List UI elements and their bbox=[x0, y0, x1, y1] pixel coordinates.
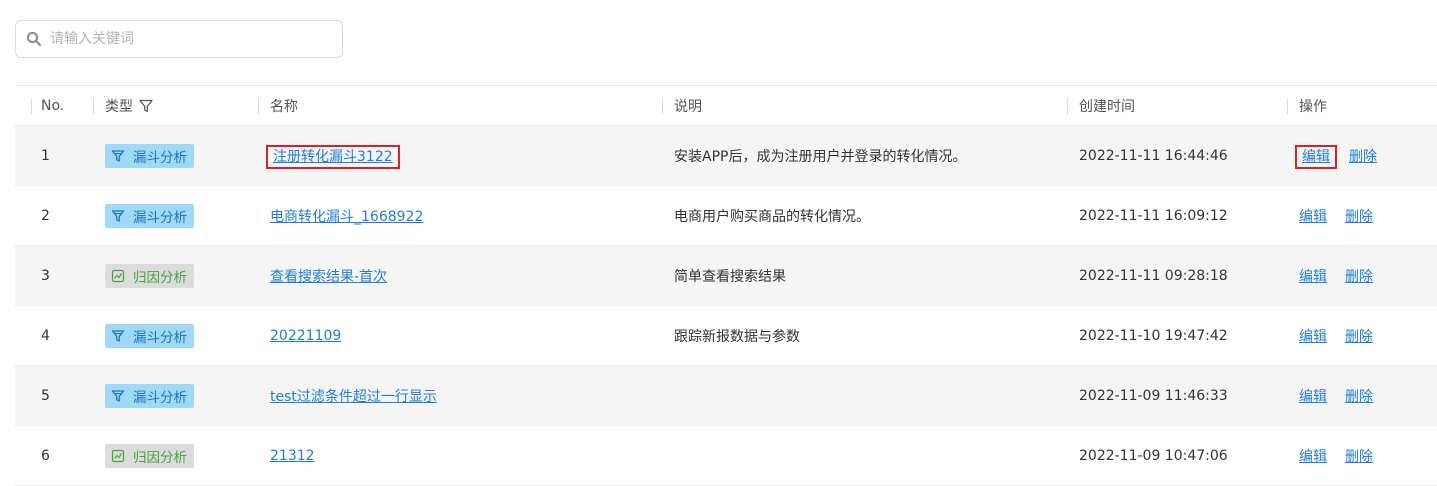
row-name-cell: 20221109 bbox=[258, 306, 662, 366]
delete-link[interactable]: 删除 bbox=[1345, 269, 1373, 285]
row-desc bbox=[662, 366, 1067, 426]
edit-link[interactable]: 编辑 bbox=[1299, 209, 1327, 225]
row-type-cell: 漏斗分析 bbox=[93, 366, 258, 426]
type-tag-label: 漏斗分析 bbox=[133, 209, 187, 226]
row-number: 2 bbox=[41, 207, 50, 224]
row-created-time: 2022-11-11 16:09:12 bbox=[1079, 207, 1228, 224]
table-row: 5 漏斗分析 test过滤条件超过一行显示 2022-11-09 11:46:33 编辑… bbox=[15, 365, 1437, 426]
row-number: 6 bbox=[41, 447, 50, 464]
type-tag: 漏斗分析 bbox=[105, 383, 194, 408]
type-tag-label: 漏斗分析 bbox=[133, 149, 187, 166]
row-number: 4 bbox=[41, 327, 50, 344]
row-desc bbox=[662, 426, 1067, 486]
table-header: No. 类型 名称 说明 创建时间 操作 bbox=[15, 85, 1437, 126]
edit-link[interactable]: 编辑 bbox=[1299, 329, 1327, 345]
delete-link[interactable]: 删除 bbox=[1349, 149, 1377, 165]
row-desc: 电商用户购买商品的转化情况。 bbox=[674, 208, 870, 225]
edit-link[interactable]: 编辑 bbox=[1295, 144, 1337, 169]
type-tag: 归因分析 bbox=[105, 263, 194, 288]
type-tag-label: 归因分析 bbox=[133, 269, 187, 286]
row-type-cell: 漏斗分析 bbox=[93, 306, 258, 366]
row-number: 1 bbox=[41, 147, 50, 164]
type-tag-label: 归因分析 bbox=[133, 449, 187, 466]
row-type-cell: 漏斗分析 bbox=[93, 126, 258, 186]
type-tag-label: 漏斗分析 bbox=[133, 389, 187, 406]
edit-link[interactable]: 编辑 bbox=[1299, 449, 1327, 465]
row-number: 5 bbox=[41, 387, 50, 404]
attribution-icon bbox=[111, 269, 125, 283]
analysis-name-link[interactable]: 20221109 bbox=[270, 328, 341, 344]
edit-link[interactable]: 编辑 bbox=[1299, 389, 1327, 405]
funnel-icon bbox=[111, 209, 125, 223]
row-created-time: 2022-11-11 16:44:46 bbox=[1079, 147, 1228, 164]
header-created: 创建时间 bbox=[1067, 85, 1287, 126]
header-type-label: 类型 bbox=[105, 98, 133, 115]
type-tag: 漏斗分析 bbox=[105, 323, 194, 348]
delete-link[interactable]: 删除 bbox=[1345, 389, 1373, 405]
row-name-cell: 注册转化漏斗3122 bbox=[258, 126, 662, 186]
type-tag: 漏斗分析 bbox=[105, 143, 194, 168]
search-icon bbox=[26, 31, 42, 47]
row-desc: 简单查看搜索结果 bbox=[674, 268, 786, 285]
analysis-name-link[interactable]: 查看搜索结果-首次 bbox=[270, 269, 387, 285]
type-tag: 归因分析 bbox=[105, 443, 194, 468]
header-type: 类型 bbox=[93, 85, 258, 126]
funnel-icon bbox=[111, 149, 125, 163]
analysis-name-link[interactable]: 电商转化漏斗_1668922 bbox=[270, 209, 423, 225]
table-row: 2 漏斗分析 电商转化漏斗_1668922 电商用户购买商品的转化情况。 2022-11… bbox=[15, 186, 1437, 246]
row-name-cell: test过滤条件超过一行显示 bbox=[258, 366, 662, 426]
row-ops-cell: 编辑 删除 bbox=[1287, 366, 1437, 426]
delete-link[interactable]: 删除 bbox=[1345, 449, 1373, 465]
delete-link[interactable]: 删除 bbox=[1345, 209, 1373, 225]
row-type-cell: 归因分析 bbox=[93, 246, 258, 306]
row-number: 3 bbox=[41, 267, 50, 284]
analysis-name-link[interactable]: 21312 bbox=[270, 448, 315, 464]
row-desc: 跟踪新报数据与参数 bbox=[674, 328, 800, 345]
type-tag-label: 漏斗分析 bbox=[133, 329, 187, 346]
header-desc: 说明 bbox=[662, 85, 1067, 126]
row-created-time: 2022-11-10 19:47:42 bbox=[1079, 327, 1228, 344]
table-row: 3 归因分析 查看搜索结果-首次 简单查看搜索结果 2022-11-11 09:28:1… bbox=[15, 245, 1437, 306]
type-tag: 漏斗分析 bbox=[105, 203, 194, 228]
row-ops-cell: 编辑 删除 bbox=[1287, 246, 1437, 306]
row-created-time: 2022-11-09 10:47:06 bbox=[1079, 447, 1228, 464]
header-name: 名称 bbox=[258, 85, 662, 126]
edit-link[interactable]: 编辑 bbox=[1299, 269, 1327, 285]
row-ops-cell: 编辑 删除 bbox=[1287, 306, 1437, 366]
funnel-icon bbox=[111, 389, 125, 403]
table-row: 6 归因分析 21312 2022-11-09 10:47:06 编辑 删除 bbox=[15, 426, 1437, 486]
funnel-icon bbox=[111, 329, 125, 343]
row-type-cell: 归因分析 bbox=[93, 426, 258, 486]
row-type-cell: 漏斗分析 bbox=[93, 186, 258, 246]
analysis-table: No. 类型 名称 说明 创建时间 操作 1 漏斗分析 注册转化漏斗3122 安… bbox=[15, 85, 1437, 486]
search-box[interactable] bbox=[15, 20, 343, 58]
row-ops-cell: 编辑 删除 bbox=[1287, 186, 1437, 246]
filter-icon[interactable] bbox=[139, 99, 153, 113]
attribution-icon bbox=[111, 449, 125, 463]
table-row: 4 漏斗分析 20221109 跟踪新报数据与参数 2022-11-10 19:47:4… bbox=[15, 306, 1437, 366]
row-ops-cell: 编辑 删除 bbox=[1287, 126, 1437, 186]
header-no: No. bbox=[15, 85, 93, 126]
table-row: 1 漏斗分析 注册转化漏斗3122 安装APP后，成为注册用户并登录的转化情况。 202… bbox=[15, 125, 1437, 186]
analysis-name-link[interactable]: 注册转化漏斗3122 bbox=[266, 144, 400, 169]
analysis-name-link[interactable]: test过滤条件超过一行显示 bbox=[270, 389, 437, 405]
row-ops-cell: 编辑 删除 bbox=[1287, 426, 1437, 486]
row-name-cell: 21312 bbox=[258, 426, 662, 486]
row-created-time: 2022-11-11 09:28:18 bbox=[1079, 267, 1228, 284]
row-created-time: 2022-11-09 11:46:33 bbox=[1079, 387, 1228, 404]
delete-link[interactable]: 删除 bbox=[1345, 329, 1373, 345]
search-input[interactable] bbox=[50, 24, 342, 54]
row-name-cell: 电商转化漏斗_1668922 bbox=[258, 186, 662, 246]
row-name-cell: 查看搜索结果-首次 bbox=[258, 246, 662, 306]
header-ops: 操作 bbox=[1287, 85, 1437, 126]
row-desc: 安装APP后，成为注册用户并登录的转化情况。 bbox=[674, 148, 967, 165]
